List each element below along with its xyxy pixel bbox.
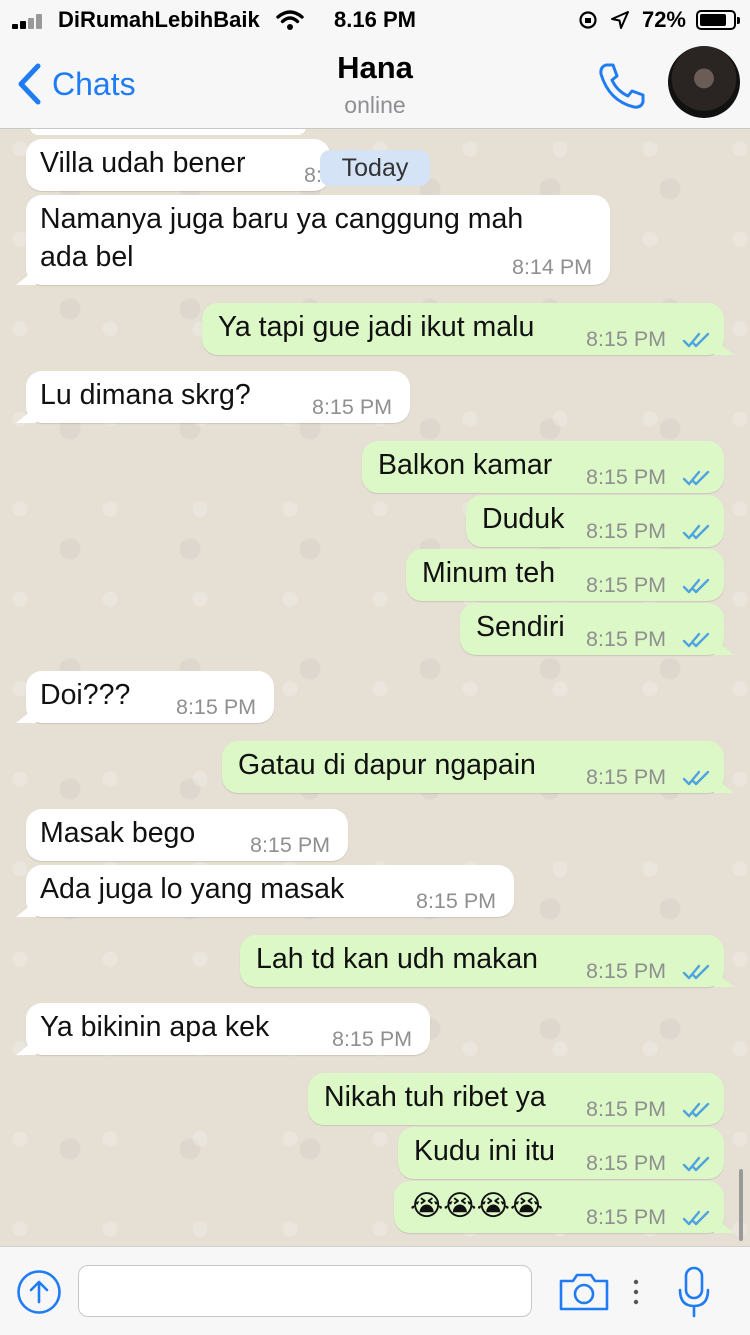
message-text: Lah td kan udh makan (256, 943, 539, 975)
message-timestamp: 8:15 PM (586, 465, 667, 489)
location-arrow-icon (611, 11, 629, 29)
message-timestamp: 8:15 PM (586, 1205, 667, 1229)
outgoing-message-bubble[interactable]: Sendiri 8:15 PM (460, 603, 724, 655)
chat-header: Chats Hana online (0, 40, 750, 129)
outgoing-message-bubble[interactable]: Kudu ini itu 8:15 PM (398, 1127, 724, 1179)
message-text: Minum teh (422, 557, 556, 589)
message-text: Ya tapi gue jadi ikut malu (218, 311, 535, 343)
incoming-message-bubble[interactable]: Doi??? 8:15 PM (26, 671, 274, 723)
incoming-message-bubble[interactable]: Villa udah bener 8: (26, 139, 330, 191)
message-text: Kudu ini itu (414, 1135, 556, 1167)
message-text-line2: ada bel (40, 241, 134, 273)
double-check-icon (682, 964, 710, 980)
incoming-message-bubble[interactable]: Namanya juga baru ya canggung mah ada bel… (26, 195, 610, 285)
message-text: Lu dimana skrg? (40, 379, 251, 411)
message-text: Namanya juga baru ya canggung mah (40, 203, 524, 235)
message-timestamp: 8:15 PM (586, 765, 667, 789)
scrollbar[interactable] (739, 1169, 743, 1241)
message-timestamp: 8:14 PM (512, 255, 593, 279)
arrow-up-circle-icon[interactable] (16, 1269, 62, 1315)
phone-icon[interactable] (596, 60, 648, 112)
message-timestamp: 8:15 PM (586, 327, 667, 351)
message-text: Duduk (482, 503, 565, 535)
outgoing-message-bubble[interactable]: Duduk 8:15 PM (466, 495, 724, 547)
message-timestamp: 8:15 PM (586, 1097, 667, 1121)
contact-avatar[interactable] (668, 46, 740, 118)
message-timestamp: 8:15 PM (586, 1151, 667, 1175)
date-separator-chip: Today (320, 150, 430, 186)
battery-percent: 72% (641, 7, 686, 32)
outgoing-message-bubble[interactable]: 😭😭😭😭 8:15 PM (394, 1181, 724, 1233)
message-text: Villa udah bener (40, 147, 246, 179)
camera-icon[interactable] (558, 1271, 610, 1313)
message-input[interactable] (78, 1265, 532, 1317)
double-check-icon (682, 632, 710, 648)
message-timestamp: 8:15 PM (176, 695, 257, 719)
incoming-message-bubble[interactable]: Masak bego 8:15 PM (26, 809, 348, 861)
message-timestamp: 8:15 PM (586, 519, 667, 543)
message-timestamp: 8:15 PM (586, 627, 667, 651)
double-check-icon (682, 470, 710, 486)
double-check-icon (682, 524, 710, 540)
message-text: Ya bikinin apa kek (40, 1011, 270, 1043)
double-check-icon (682, 332, 710, 348)
double-check-icon (682, 578, 710, 594)
message-text: 😭😭😭😭 (410, 1190, 544, 1222)
double-check-icon (682, 1210, 710, 1226)
message-text: Balkon kamar (378, 449, 553, 481)
vertical-dots-icon[interactable] (626, 1275, 646, 1309)
outgoing-message-bubble[interactable]: Gatau di dapur ngapain 8:15 PM (222, 741, 724, 793)
message-list[interactable]: Villa udah bener 8: Namanya juga baru ya c… (0, 129, 750, 1246)
outgoing-message-bubble[interactable]: Minum teh 8:15 PM (406, 549, 724, 601)
message-text: Masak bego (40, 817, 196, 849)
outgoing-message-bubble[interactable]: Nikah tuh ribet ya 8:15 PM (308, 1073, 724, 1125)
double-check-icon (682, 770, 710, 786)
microphone-icon[interactable] (676, 1265, 712, 1319)
status-bar: DiRumahLebihBaik 8.16 PM 72% (0, 0, 750, 40)
outgoing-message-bubble[interactable]: Lah td kan udh makan 8:15 PM (240, 935, 724, 987)
message-timestamp: 8:15 PM (416, 889, 497, 913)
status-time: 8.16 PM (334, 7, 416, 32)
message-timestamp: 8:15 PM (312, 395, 393, 419)
message-timestamp: 8:15 PM (586, 959, 667, 983)
double-check-icon (682, 1156, 710, 1172)
message-timestamp: 8:15 PM (586, 573, 667, 597)
message-text: Gatau di dapur ngapain (238, 749, 536, 781)
message-text: Ada juga lo yang masak (40, 873, 345, 905)
double-check-icon (682, 1102, 710, 1118)
message-timestamp: 8:15 PM (250, 833, 331, 857)
incoming-message-bubble[interactable]: Ada juga lo yang masak 8:15 PM (26, 865, 514, 917)
message-text: Doi??? (40, 679, 131, 711)
outgoing-message-bubble[interactable]: Ya tapi gue jadi ikut malu 8:15 PM (202, 303, 724, 355)
battery-icon (696, 10, 740, 30)
message-text: Nikah tuh ribet ya (324, 1081, 546, 1113)
incoming-message-bubble[interactable]: Ya bikinin apa kek 8:15 PM (26, 1003, 430, 1055)
rotation-lock-icon (579, 11, 597, 29)
outgoing-message-bubble[interactable]: Balkon kamar 8:15 PM (362, 441, 724, 493)
incoming-message-bubble[interactable]: Lu dimana skrg? 8:15 PM (26, 371, 410, 423)
message-text: Sendiri (476, 611, 565, 643)
message-timestamp: 8:15 PM (332, 1027, 413, 1051)
prev-bubble-edge (30, 129, 306, 135)
composer-bar (0, 1246, 750, 1335)
